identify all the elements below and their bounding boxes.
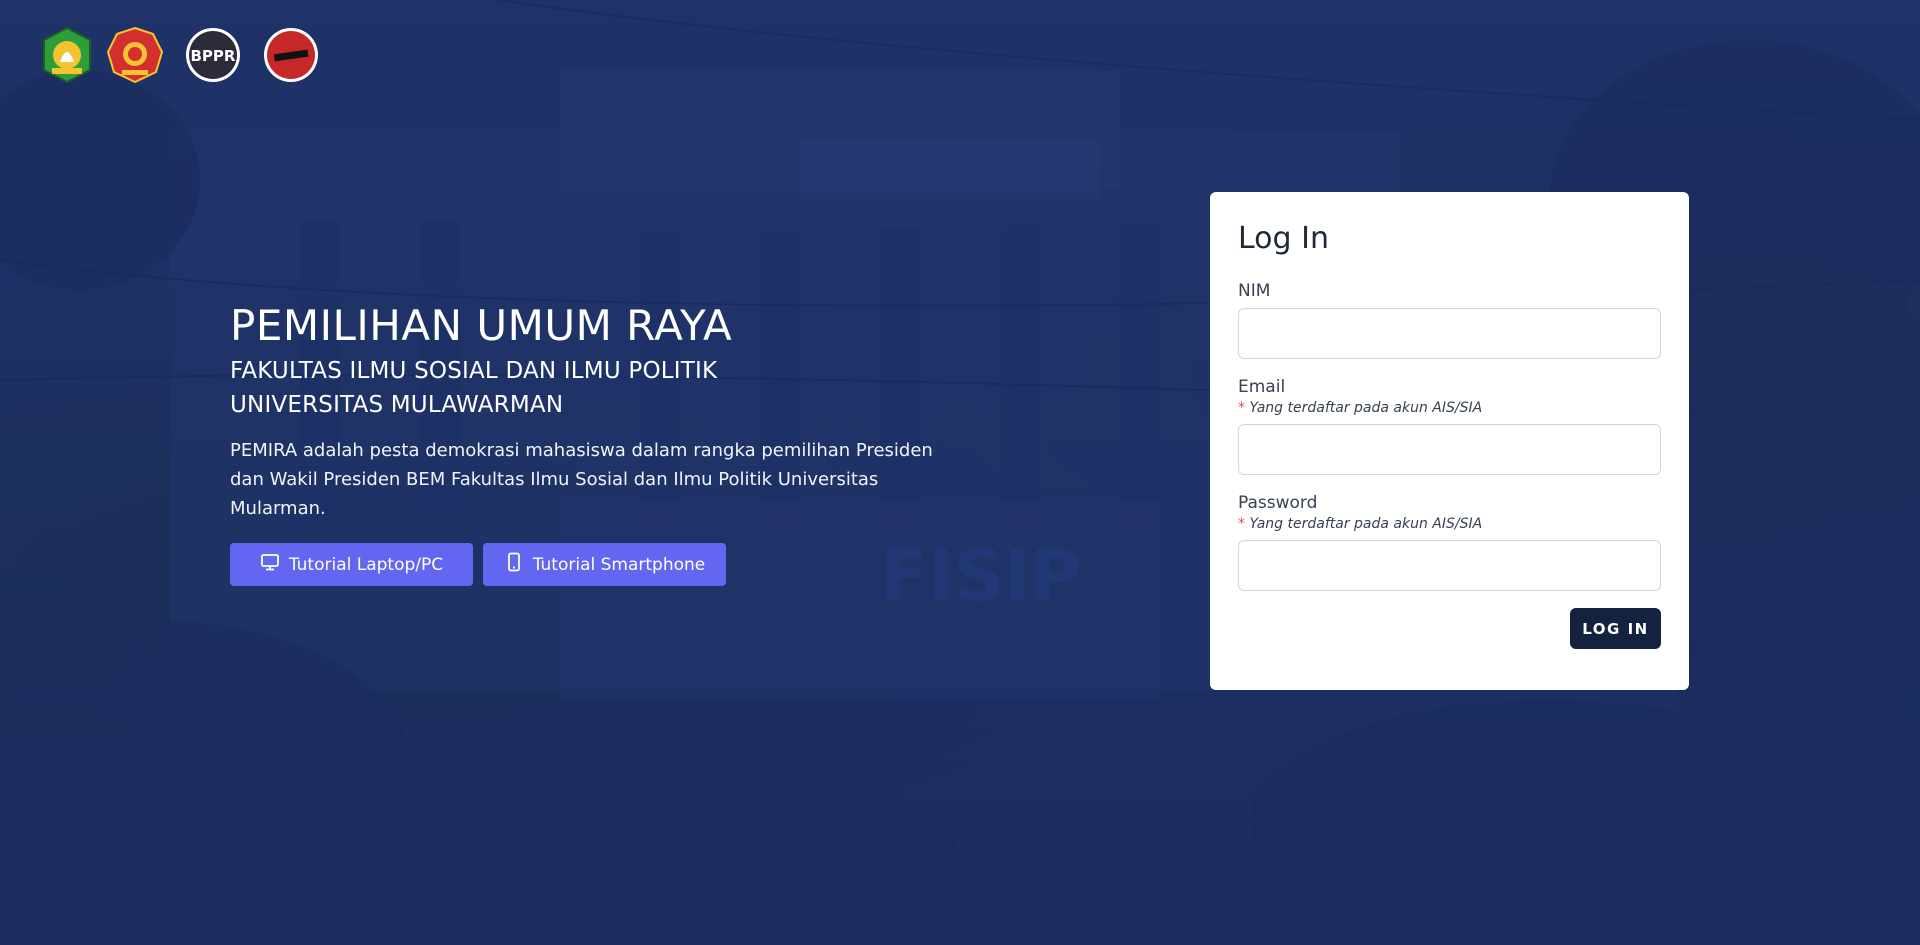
- hero-description: PEMIRA adalah pesta demokrasi mahasiswa …: [230, 440, 933, 519]
- login-card: Log In NIM Email * Yang terdaftar pada a…: [1210, 192, 1689, 690]
- login-page: FISIP BPPR: [0, 0, 1920, 945]
- hero-subtitle-university: UNIVERSITAS MULAWARMAN: [230, 392, 564, 418]
- tutorial-smartphone-label: Tutorial Smartphone: [532, 554, 706, 575]
- hero-subtitle-faculty: FAKULTAS ILMU SOSIAL DAN ILMU POLITIK: [230, 358, 718, 384]
- password-hint-text: Yang terdaftar pada akun AIS/SIA: [1245, 516, 1483, 532]
- hero-section: PEMILIHAN UMUM RAYA FAKULTAS ILMU SOSIAL…: [230, 298, 950, 586]
- login-actions: LOG IN: [1238, 608, 1661, 649]
- password-field-group: Password * Yang terdaftar pada akun AIS/…: [1238, 492, 1661, 591]
- password-label: Password: [1238, 493, 1318, 513]
- email-hint: * Yang terdaftar pada akun AIS/SIA: [1238, 399, 1661, 417]
- desktop-icon: [260, 552, 280, 577]
- tutorial-laptop-button[interactable]: Tutorial Laptop/PC: [230, 543, 473, 586]
- faculty-seal-icon: [106, 26, 164, 84]
- required-star: *: [1238, 400, 1245, 416]
- password-hint: * Yang terdaftar pada akun AIS/SIA: [1238, 515, 1661, 533]
- required-star: *: [1238, 516, 1245, 532]
- panwaslu-logo-icon: [262, 26, 320, 84]
- password-input[interactable]: [1238, 540, 1661, 591]
- email-hint-text: Yang terdaftar pada akun AIS/SIA: [1245, 400, 1483, 416]
- email-label: Email: [1238, 377, 1286, 397]
- tutorial-buttons: Tutorial Laptop/PC Tutorial Smartphone: [230, 543, 950, 586]
- login-button[interactable]: LOG IN: [1570, 608, 1661, 649]
- hero-title: PEMILIHAN UMUM RAYA: [230, 301, 733, 350]
- nim-input[interactable]: [1238, 308, 1661, 359]
- email-field-group: Email * Yang terdaftar pada akun AIS/SIA: [1238, 376, 1661, 475]
- svg-text:BPPR: BPPR: [191, 47, 236, 65]
- nim-label: NIM: [1238, 281, 1271, 301]
- bppr-logo-icon: BPPR: [184, 26, 242, 84]
- login-title: Log In: [1238, 221, 1329, 256]
- university-seal-icon: [38, 26, 96, 84]
- smartphone-icon: [504, 552, 524, 577]
- tutorial-smartphone-button[interactable]: Tutorial Smartphone: [483, 543, 726, 586]
- tutorial-laptop-label: Tutorial Laptop/PC: [288, 554, 444, 575]
- email-input[interactable]: [1238, 424, 1661, 475]
- nim-field-group: NIM: [1238, 280, 1661, 359]
